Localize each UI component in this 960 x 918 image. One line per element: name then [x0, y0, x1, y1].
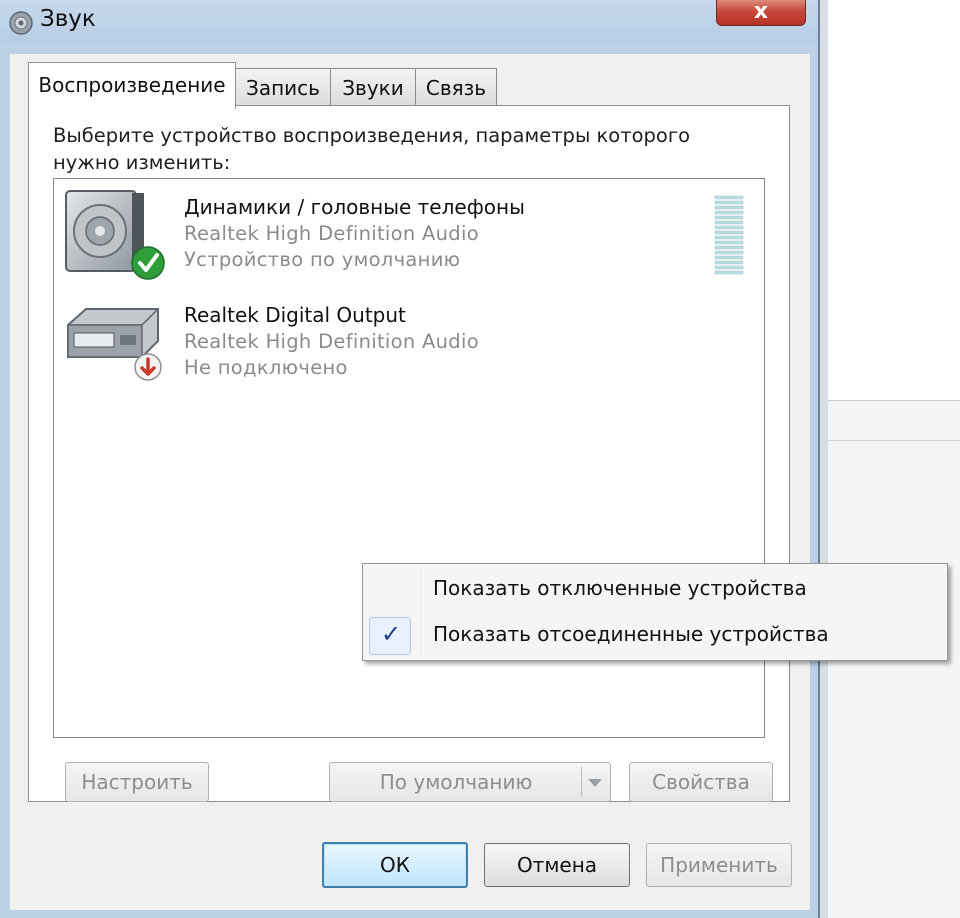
cancel-button[interactable]: Отмена: [484, 843, 630, 887]
tab-recording-label: Запись: [246, 76, 320, 100]
menu-item-label: Показать отключенные устройства: [433, 576, 807, 600]
device-status: Устройство по умолчанию: [184, 248, 461, 271]
ok-button[interactable]: ОК: [322, 842, 468, 888]
tab-playback-label: Воспроизведение: [38, 73, 226, 97]
device-driver: Realtek High Definition Audio: [184, 222, 479, 245]
checked-indicator: ✓: [369, 617, 411, 655]
sound-app-icon: [9, 11, 33, 35]
split-separator: [581, 767, 582, 797]
device-item-speakers[interactable]: Динамики / головные телефоны Realtek Hig…: [54, 183, 764, 283]
device-name: Realtek Digital Output: [184, 303, 406, 327]
background-window: [820, 0, 960, 918]
tab-communications[interactable]: Связь: [415, 68, 497, 106]
close-button[interactable]: x: [716, 0, 806, 26]
device-item-digital-output[interactable]: Realtek Digital Output Realtek High Defi…: [54, 291, 764, 391]
digital-output-icon: [67, 308, 162, 381]
configure-button-label: Настроить: [81, 770, 193, 794]
properties-button[interactable]: Свойства: [629, 762, 773, 802]
device-list-context-menu: Показать отключенные устройства ✓ Показа…: [362, 563, 948, 661]
menu-item-label: Показать отсоединенные устройства: [433, 622, 829, 646]
tab-recording[interactable]: Запись: [235, 68, 331, 106]
background-window-divider: [828, 440, 960, 441]
tab-communications-label: Связь: [425, 76, 487, 100]
set-default-button[interactable]: По умолчанию: [329, 762, 611, 802]
title-bar[interactable]: Звук x: [0, 0, 818, 44]
dialog-client-area: Воспроизведение Запись Звуки Связь Выбер…: [10, 54, 810, 910]
menu-item-show-disconnected[interactable]: ✓ Показать отсоединенные устройства: [365, 614, 945, 656]
device-name: Динамики / головные телефоны: [184, 195, 525, 219]
menu-item-show-disabled[interactable]: Показать отключенные устройства: [365, 568, 945, 610]
sound-dialog: Звук x Воспроизведение Запись Звуки Связ…: [0, 0, 820, 918]
cancel-button-label: Отмена: [516, 853, 598, 877]
speaker-icon: [65, 190, 165, 280]
volume-level-meter: [714, 195, 744, 275]
configure-button[interactable]: Настроить: [65, 762, 209, 802]
ok-button-label: ОК: [380, 853, 410, 877]
apply-button-label: Применить: [660, 853, 778, 877]
dropdown-arrow-icon[interactable]: [588, 779, 602, 787]
checkmark-icon: ✓: [381, 620, 402, 648]
background-window-panel: [828, 0, 960, 401]
device-status: Не подключено: [184, 356, 348, 379]
tab-sounds-label: Звуки: [342, 76, 404, 100]
properties-button-label: Свойства: [652, 770, 750, 794]
disconnected-arrow-icon: [134, 353, 162, 381]
window-title: Звук: [40, 6, 96, 32]
tab-sounds[interactable]: Звуки: [330, 68, 416, 106]
close-icon: x: [753, 0, 769, 24]
apply-button[interactable]: Применить: [646, 843, 792, 887]
playback-tab-panel: Выберите устройство воспроизведения, пар…: [28, 105, 790, 802]
tab-playback[interactable]: Воспроизведение: [28, 62, 236, 109]
background-window-edge: [820, 0, 828, 918]
default-check-icon: [131, 246, 165, 280]
instruction-text: Выберите устройство воспроизведения, пар…: [53, 124, 691, 174]
device-driver: Realtek High Definition Audio: [184, 330, 479, 353]
set-default-button-label: По умолчанию: [379, 770, 533, 794]
